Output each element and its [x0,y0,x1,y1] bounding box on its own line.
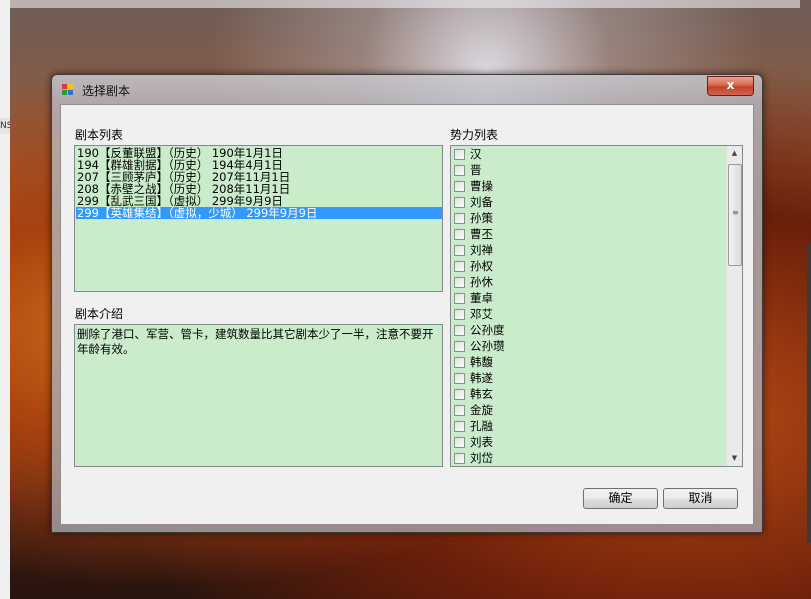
faction-checkbox[interactable] [454,293,465,304]
faction-item[interactable]: 刘备 [453,195,723,211]
faction-checkbox[interactable] [454,453,465,464]
scroll-up-icon[interactable]: ▲ [727,146,742,161]
faction-checkbox[interactable] [454,165,465,176]
scenario-list[interactable]: 190【反董联盟】（历史） 190年1月1日 194【群雄割据】（历史） 194年… [74,145,443,292]
title-bar[interactable]: 选择剧本 x [52,75,762,103]
faction-name: 孙权 [470,259,493,273]
faction-list[interactable]: 汉晋曹操刘备孙策曹丕刘禅孙权孙休董卓邓艾公孙度公孙瓒韩馥韩遂韩玄金旋孔融刘表刘岱… [450,145,743,467]
scenario-intro-label: 剧本介绍 [75,307,124,321]
faction-name: 晋 [470,163,482,177]
faction-name: 公孙瓒 [470,339,505,353]
faction-item[interactable]: 刘岱 [453,451,723,466]
scenario-intro-box[interactable]: 删除了港口、军营、管卡，建筑数量比其它剧本少了一半，注意不要开年龄有效。 [74,324,443,467]
window-title: 选择剧本 [82,84,131,98]
faction-item[interactable]: 董卓 [453,291,723,307]
faction-item[interactable]: 孔融 [453,419,723,435]
faction-name: 曹丕 [470,227,493,241]
faction-checkbox[interactable] [454,421,465,432]
faction-scrollbar[interactable]: ▲ ≡ ▼ [726,146,742,466]
background-top [10,0,800,8]
scroll-down-icon[interactable]: ▼ [727,451,742,466]
faction-item[interactable]: 刘禅 [453,243,723,259]
faction-name: 孙休 [470,275,493,289]
faction-checkbox[interactable] [454,405,465,416]
background-edge-right [807,243,811,543]
faction-item[interactable]: 汉 [453,147,723,163]
scenario-item[interactable]: 299【英雄集结】（虚拟，少城） 299年9月9日 [76,207,442,219]
faction-name: 邓艾 [470,307,493,321]
faction-item[interactable]: 韩玄 [453,387,723,403]
faction-name: 孔融 [470,419,493,433]
faction-name: 韩馥 [470,355,493,369]
faction-item[interactable]: 金旋 [453,403,723,419]
faction-item[interactable]: 孙休 [453,275,723,291]
faction-checkbox[interactable] [454,373,465,384]
faction-item[interactable]: 晋 [453,163,723,179]
faction-item[interactable]: 曹丕 [453,227,723,243]
faction-checkbox[interactable] [454,309,465,320]
faction-item[interactable]: 曹操 [453,179,723,195]
close-button[interactable]: x [707,76,754,96]
faction-name: 董卓 [470,291,493,305]
faction-checkbox[interactable] [454,341,465,352]
faction-checkbox[interactable] [454,229,465,240]
faction-checkbox[interactable] [454,213,465,224]
faction-checkbox[interactable] [454,389,465,400]
faction-checkbox[interactable] [454,325,465,336]
faction-name: 韩遂 [470,371,493,385]
grip-icon: ≡ [732,208,739,217]
faction-checkbox[interactable] [454,357,465,368]
faction-checkbox[interactable] [454,245,465,256]
faction-checkbox[interactable] [454,149,465,160]
background-tab: NS [0,118,10,134]
faction-item[interactable]: 韩遂 [453,371,723,387]
app-icon [62,84,74,96]
faction-name: 刘岱 [470,451,493,465]
faction-name: 刘禅 [470,243,493,257]
faction-checkbox[interactable] [454,261,465,272]
faction-item[interactable]: 孙策 [453,211,723,227]
dialog-body: 剧本列表 190【反董联盟】（历史） 190年1月1日 194【群雄割据】（历史）… [60,104,754,525]
faction-name: 孙策 [470,211,493,225]
ok-button[interactable]: 确定 [583,488,658,509]
faction-item[interactable]: 孙权 [453,259,723,275]
faction-checkbox[interactable] [454,277,465,288]
faction-item[interactable]: 公孙瓒 [453,339,723,355]
faction-name: 公孙度 [470,323,505,337]
faction-checkbox[interactable] [454,181,465,192]
faction-item[interactable]: 公孙度 [453,323,723,339]
faction-item[interactable]: 邓艾 [453,307,723,323]
faction-item[interactable]: 韩馥 [453,355,723,371]
faction-checkbox[interactable] [454,437,465,448]
faction-list-label: 势力列表 [450,128,499,142]
faction-name: 金旋 [470,403,493,417]
faction-name: 刘表 [470,435,493,449]
cancel-button[interactable]: 取消 [663,488,738,509]
scenario-list-label: 剧本列表 [75,128,124,142]
faction-name: 刘备 [470,195,493,209]
scenario-intro-text: 删除了港口、军营、管卡，建筑数量比其它剧本少了一半，注意不要开年龄有效。 [77,327,434,356]
background-app-edge: NS [0,0,10,599]
select-scenario-dialog: 选择剧本 x 剧本列表 190【反董联盟】（历史） 190年1月1日 194【群雄… [51,74,763,533]
faction-name: 曹操 [470,179,493,193]
faction-checkbox[interactable] [454,197,465,208]
faction-item[interactable]: 刘表 [453,435,723,451]
scroll-thumb[interactable]: ≡ [728,164,742,266]
faction-name: 韩玄 [470,387,493,401]
faction-name: 汉 [470,147,482,161]
